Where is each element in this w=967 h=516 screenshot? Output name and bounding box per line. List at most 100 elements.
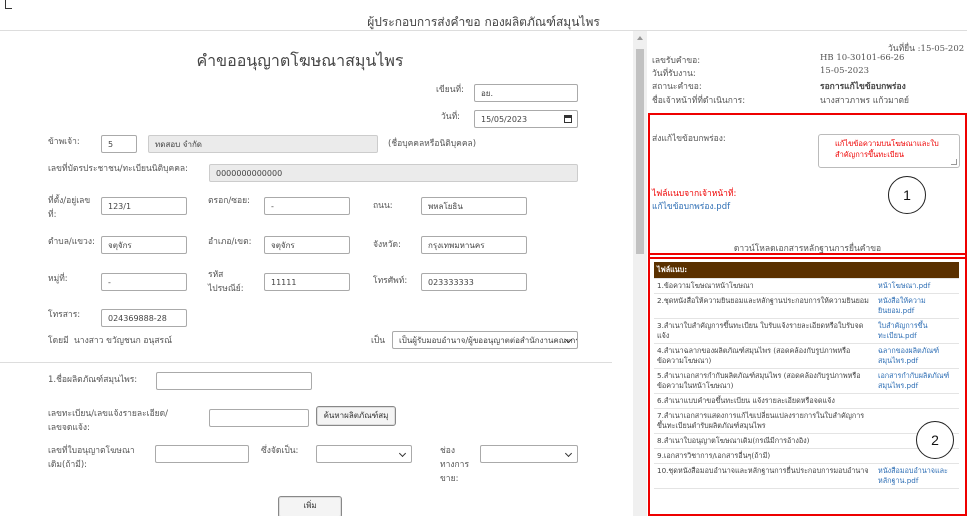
doc-file-link[interactable]: เอกสารกำกับผลิตภัณฑ์สมุนไพร.pdf bbox=[875, 368, 959, 394]
recv-date-value: 15-05-2023 bbox=[820, 66, 870, 76]
requester-name-field: ทดสอบ จำกัด bbox=[148, 135, 378, 153]
by-label: โดยมี bbox=[48, 336, 69, 346]
doc-file-link bbox=[875, 393, 959, 409]
form-scrollbar[interactable] bbox=[633, 31, 647, 516]
channel-label: ช่องทางการขาย: bbox=[440, 446, 470, 484]
province-input[interactable]: กรุงเทพมหานคร bbox=[421, 236, 527, 254]
write-at-label: เขียนที่: bbox=[436, 85, 464, 95]
fax-input[interactable]: 024369888-28 bbox=[101, 309, 187, 327]
requester-id-input[interactable]: 5 bbox=[101, 135, 137, 153]
request-form: คำขออนุญาตโฆษณาสมุนไพร เขียนที่: อย. วัน… bbox=[0, 31, 632, 516]
calendar-icon[interactable] bbox=[564, 115, 572, 123]
regno-label: เลขทะเบียน/เลขแจ้งรายละเอียด/เลขจดแจ้ง: bbox=[48, 409, 169, 433]
address-label: ที่ตั้ง/อยู่เลขที่: bbox=[48, 196, 91, 220]
old-license-input[interactable] bbox=[155, 445, 249, 463]
moo-input[interactable]: - bbox=[101, 273, 187, 291]
doc-file-link[interactable]: ฉลากของผลิตภัณฑ์สมุนไพร.pdf bbox=[875, 343, 959, 369]
subdistrict-input[interactable]: จตุจักร bbox=[101, 236, 187, 254]
date-label: วันที่: bbox=[441, 112, 461, 122]
request-details-panel: วันที่ยื่น :15-05-202 เลขรับคำขอ: HB 10-… bbox=[648, 31, 967, 516]
scroll-up-arrow-icon[interactable] bbox=[637, 36, 643, 40]
district-input[interactable]: จตุจักร bbox=[264, 236, 350, 254]
category-label: ซึ่งจัดเป็น: bbox=[261, 446, 299, 456]
product-label: 1.ชื่อผลิตภัณฑ์สมุนไพร: bbox=[48, 375, 138, 385]
table-row: 5.สำเนาเอกสารกำกับผลิตภัณฑ์สมุนไพร (สอดค… bbox=[654, 368, 959, 394]
phone-input[interactable]: 023333333 bbox=[421, 273, 527, 291]
documents-table: ไฟล์แนบ: 1.ข้อความโฆษณาหน้าโฆษณา หน้าโฆษณ… bbox=[654, 262, 959, 489]
address-input[interactable]: 123/1 bbox=[101, 197, 187, 215]
title-bar: ผู้ประกอบการส่งคำขอ กองผลิตภัณฑ์สมุนไพร bbox=[0, 0, 967, 31]
doc-name: 7.สำเนาเอกสารแสดงการแก้ไขเปลี่ยนแปลงรายก… bbox=[654, 408, 875, 434]
documents-header-row: ไฟล์แนบ: bbox=[654, 262, 959, 279]
table-row: 9.เอกสารวิชาการ/เอกสารอื่นๆ(ถ้ามี) bbox=[654, 448, 959, 464]
attach-label: ไฟล์แนบจากเจ้าหน้าที่: bbox=[652, 189, 737, 199]
doc-name: 4.สำเนาฉลากของผลิตภัณฑ์สมุนไพร (สอดคล้อง… bbox=[654, 343, 875, 369]
category-select[interactable] bbox=[316, 445, 412, 463]
resize-grip-icon[interactable] bbox=[951, 159, 957, 165]
idcard-field: 0000000000000 bbox=[209, 164, 578, 182]
doc-file-link[interactable]: หนังสือมอบอำนาจและหลักฐาน.pdf bbox=[875, 463, 959, 489]
by-name: นางสาว ขวัญชนก อนุสรณ์ bbox=[74, 336, 172, 346]
postcode-input[interactable]: 11111 bbox=[264, 273, 350, 291]
req-no-value: HB 10-30101-66-26 bbox=[820, 53, 905, 63]
soi-input[interactable]: - bbox=[264, 197, 350, 215]
doc-file-link[interactable]: หนังสือให้ความยินยอม.pdf bbox=[875, 293, 959, 319]
channel-select[interactable] bbox=[480, 445, 578, 463]
table-row: 4.สำเนาฉลากของผลิตภัณฑ์สมุนไพร (สอดคล้อง… bbox=[654, 343, 959, 369]
phone-label: โทรศัพท์: bbox=[373, 276, 408, 286]
product-input[interactable] bbox=[156, 372, 312, 390]
table-row: 3.สำเนาใบสำคัญการขึ้นทะเบียน ใบรับแจ้งรา… bbox=[654, 318, 959, 344]
table-row: 7.สำเนาเอกสารแสดงการแก้ไขเปลี่ยนแปลงรายก… bbox=[654, 408, 959, 434]
write-at-input[interactable]: อย. bbox=[474, 84, 578, 102]
doc-file-link[interactable]: หน้าโฆษณา.pdf bbox=[875, 278, 959, 294]
as-label: เป็น bbox=[371, 336, 386, 346]
status-label: สถานะคำขอ: bbox=[652, 82, 702, 92]
doc-name: 9.เอกสารวิชาการ/เอกสารอื่นๆ(ถ้ามี) bbox=[654, 448, 875, 464]
annotation-marker-2: 2 bbox=[916, 421, 954, 459]
table-row: 2.ชุดหนังสือให้ความยินยอมและหลักฐานประกอ… bbox=[654, 293, 959, 319]
doc-name: 2.ชุดหนังสือให้ความยินยอมและหลักฐานประกอ… bbox=[654, 293, 875, 319]
doc-name: 10.ชุดหนังสือมอบอำนาจและหลักฐานการยื่นปร… bbox=[654, 463, 875, 489]
doc-name: 1.ข้อความโฆษณาหน้าโฆษณา bbox=[654, 278, 875, 294]
req-no-label: เลขรับคำขอ: bbox=[652, 56, 701, 66]
old-license-label: เลขที่ใบอนุญาตโฆษณาเดิม(ถ้ามี): bbox=[48, 446, 135, 470]
documents-header: ไฟล์แนบ: bbox=[654, 262, 959, 279]
table-row: 6.สำเนาแบบคำขอขึ้นทะเบียน แจ้งรายละเอียด… bbox=[654, 393, 959, 409]
soi-label: ตรอก/ซอย: bbox=[208, 196, 250, 206]
doc-name: 8.สำเนาใบอนุญาตโฆษณาเดิม(กรณีมีการอ้างอิ… bbox=[654, 433, 875, 449]
scrollbar-thumb[interactable] bbox=[636, 49, 644, 254]
postcode-label: รหัสไปรษณีย์: bbox=[208, 270, 244, 294]
page-title: ผู้ประกอบการส่งคำขอ กองผลิตภัณฑ์สมุนไพร bbox=[367, 15, 600, 29]
status-value: รอการแก้ไขข้อบกพร่อง bbox=[820, 82, 906, 92]
section-divider bbox=[0, 362, 612, 363]
role-select[interactable]: เป็นผู้รับมอบอำนาจ/ผู้ขออนุญาตต่อสำนักงา… bbox=[392, 331, 578, 349]
requester-label: ข้าพเจ้า: bbox=[48, 137, 80, 147]
fix-note-textarea[interactable]: แก้ไขข้อความบนโฆษณาและใบสำคัญการขึ้นทะเบ… bbox=[818, 134, 960, 168]
regno-input[interactable] bbox=[209, 409, 309, 427]
officer-value: นางสาวภาพร แก้วมาตย์ bbox=[820, 96, 909, 106]
doc-file-link[interactable]: ใบสำคัญการขึ้นทะเบียน.pdf bbox=[875, 318, 959, 344]
fax-label: โทรสาร: bbox=[48, 310, 81, 320]
doc-name: 3.สำเนาใบสำคัญการขึ้นทะเบียน ใบรับแจ้งรา… bbox=[654, 318, 875, 344]
requester-note: (ชื่อบุคคลหรือนิติบุคคล) bbox=[388, 139, 477, 149]
table-row: 8.สำเนาใบอนุญาตโฆษณาเดิม(กรณีมีการอ้างอิ… bbox=[654, 433, 959, 449]
table-row: 1.ข้อความโฆษณาหน้าโฆษณา หน้าโฆษณา.pdf bbox=[654, 278, 959, 294]
table-row: 10.ชุดหนังสือมอบอำนาจและหลักฐานการยื่นปร… bbox=[654, 463, 959, 489]
search-product-button[interactable]: ค้นหาผลิตภัณฑ์สมุ bbox=[316, 406, 396, 426]
date-value: 15/05/2023 bbox=[481, 115, 528, 124]
fix-note-text: แก้ไขข้อความบนโฆษณาและใบสำคัญการขึ้นทะเบ… bbox=[835, 139, 939, 159]
corner-mark-icon bbox=[5, 0, 12, 9]
doc-name: 6.สำเนาแบบคำขอขึ้นทะเบียน แจ้งรายละเอียด… bbox=[654, 393, 875, 409]
recv-date-label: วันที่รับงาน: bbox=[652, 69, 696, 79]
fix-label: ส่งแก้ไขข้อบกพร่อง: bbox=[652, 134, 726, 144]
moo-label: หมู่ที่: bbox=[48, 274, 68, 284]
idcard-label: เลขที่บัตรประชาชน/ทะเบียนนิติบุคคล: bbox=[48, 164, 188, 174]
subdistrict-label: ตำบล/แขวง: bbox=[48, 237, 95, 247]
road-input[interactable]: พหลโยธิน bbox=[421, 197, 527, 215]
date-input[interactable]: 15/05/2023 bbox=[474, 110, 578, 128]
page: ผู้ประกอบการส่งคำขอ กองผลิตภัณฑ์สมุนไพร … bbox=[0, 0, 967, 516]
attach-file-link[interactable]: แก้ไขข้อบกพร่อง.pdf bbox=[652, 199, 730, 213]
doc-name: 5.สำเนาเอกสารกำกับผลิตภัณฑ์สมุนไพร (สอดค… bbox=[654, 368, 875, 394]
officer-label: ชื่อเจ้าหน้าที่ที่ดำเนินการ: bbox=[652, 96, 746, 106]
add-button[interactable]: เพิ่ม bbox=[278, 496, 342, 516]
